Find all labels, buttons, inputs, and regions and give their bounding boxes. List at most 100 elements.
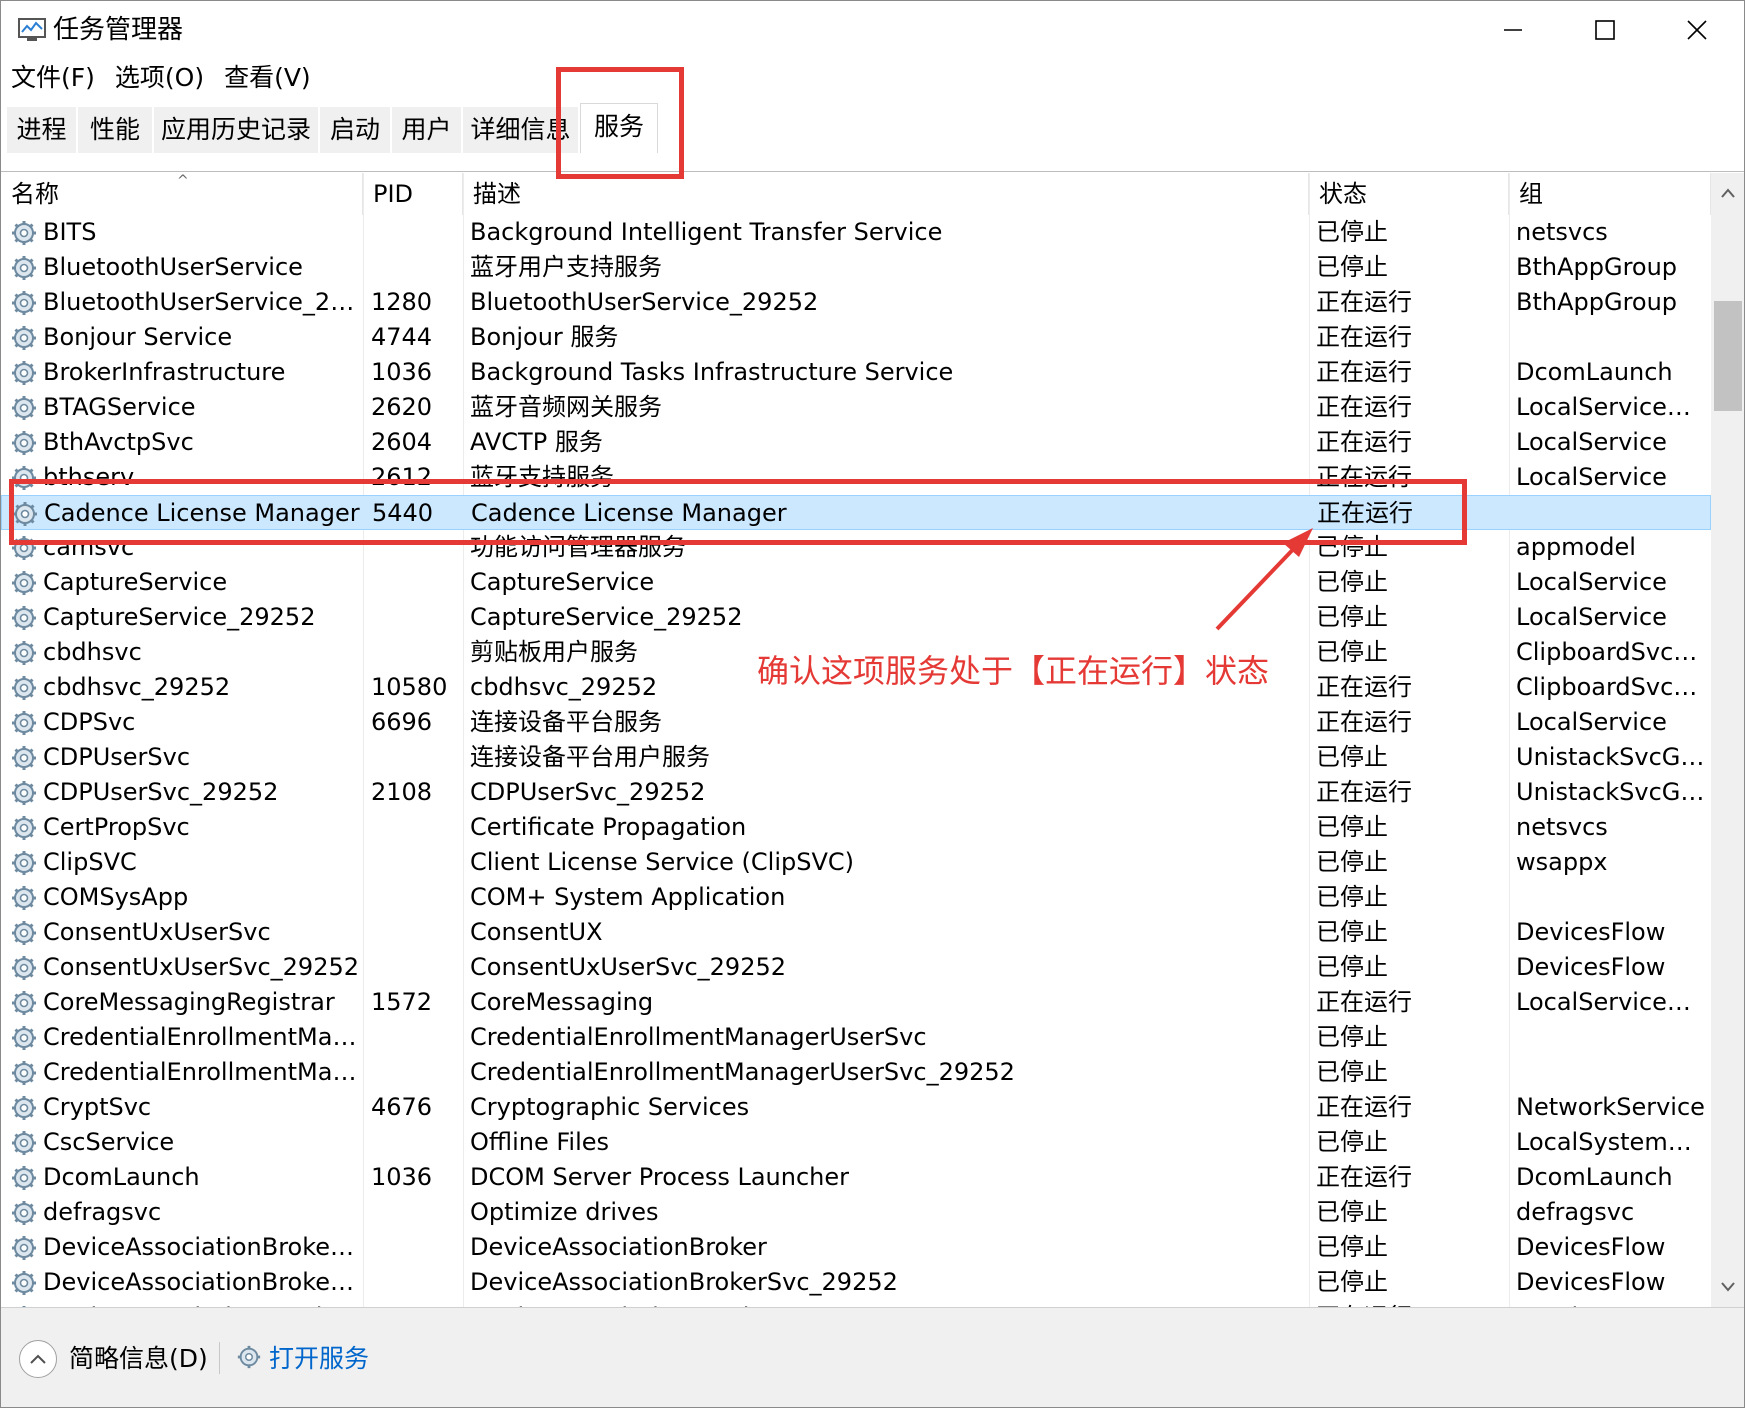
table-row[interactable]: CDPSvc 6696 连接设备平台服务 正在运行 LocalService	[1, 705, 1711, 740]
column-header-description[interactable]: 描述	[463, 173, 1309, 215]
table-row[interactable]: defragsvc Optimize drives 已停止 defragsvc	[1, 1195, 1711, 1230]
service-pid	[371, 1020, 461, 1055]
table-row[interactable]: Cadence License Manager 5440 Cadence Lic…	[1, 495, 1711, 530]
service-status: 正在运行	[1316, 778, 1412, 806]
service-name: CredentialEnrollmentMan...	[43, 1023, 361, 1051]
table-row[interactable]: CredentialEnrollmentMan... CredentialEnr…	[1, 1020, 1711, 1055]
service-description: Cryptographic Services	[470, 1093, 750, 1121]
service-description: DeviceAssociationService	[470, 1300, 1306, 1307]
table-row[interactable]: CDPUserSvc 连接设备平台用户服务 已停止 UnistackSvcGr.…	[1, 740, 1711, 775]
service-status: 正在运行	[1316, 288, 1412, 316]
tab-details[interactable]: 详细信息	[463, 107, 579, 153]
table-row[interactable]: bthserv 2612 蓝牙支持服务 正在运行 LocalService	[1, 460, 1711, 495]
table-row[interactable]: DeviceAssociationBrokerS... DeviceAssoci…	[1, 1265, 1711, 1300]
service-description: AVCTP 服务	[470, 428, 603, 456]
close-button[interactable]	[1661, 9, 1733, 51]
service-status: 已停止	[1316, 218, 1388, 246]
table-row[interactable]: ConsentUxUserSvc_29252 ConsentUxUserSvc_…	[1, 950, 1711, 985]
scroll-down-button[interactable]	[1711, 1275, 1744, 1299]
service-status: 正在运行	[1316, 988, 1412, 1016]
table-row[interactable]: CaptureService CaptureService 已停止 LocalS…	[1, 565, 1711, 600]
service-pid: 10580	[371, 673, 448, 701]
service-name: ConsentUxUserSvc_29252	[43, 953, 359, 981]
minimize-button[interactable]	[1477, 9, 1549, 51]
scroll-up-button[interactable]	[1711, 181, 1744, 205]
gear-service-icon	[12, 431, 36, 455]
table-row[interactable]: Bonjour Service 4744 Bonjour 服务 正在运行	[1, 320, 1711, 355]
service-pid	[371, 1265, 461, 1300]
table-row[interactable]: BTAGService 2620 蓝牙音频网关服务 正在运行 LocalServ…	[1, 390, 1711, 425]
table-row[interactable]: BluetoothUserService 蓝牙用户支持服务 已停止 BthApp…	[1, 250, 1711, 285]
service-description: 蓝牙音频网关服务	[470, 393, 662, 421]
table-row[interactable]: COMSysApp COM+ System Application 已停止	[1, 880, 1711, 915]
table-row[interactable]: BluetoothUserService_292... 1280 Bluetoo…	[1, 285, 1711, 320]
menu-file[interactable]: 文件(F)	[1, 61, 105, 97]
service-group: BthAppGroup	[1516, 253, 1678, 281]
table-row[interactable]: ConsentUxUserSvc ConsentUX 已停止 DevicesFl…	[1, 915, 1711, 950]
table-row[interactable]: ClipSVC Client License Service (ClipSVC)…	[1, 845, 1711, 880]
tab-app-history[interactable]: 应用历史记录	[154, 107, 319, 153]
service-description: 连接设备平台服务	[470, 708, 662, 736]
service-pid: 5440	[372, 499, 434, 527]
gear-service-icon	[12, 326, 36, 350]
table-row[interactable]: BrokerInfrastructure 1036 Background Tas…	[1, 355, 1711, 390]
service-name: bthserv	[43, 463, 135, 491]
gear-service-icon	[12, 606, 36, 630]
table-row[interactable]: CredentialEnrollmentMan... CredentialEnr…	[1, 1055, 1711, 1090]
tab-processes[interactable]: 进程	[7, 107, 77, 153]
service-status: 已停止	[1316, 1198, 1388, 1226]
table-row[interactable]: BthAvctpSvc 2604 AVCTP 服务 正在运行 LocalServ…	[1, 425, 1711, 460]
open-services-link[interactable]: 打开服务	[269, 1340, 369, 1378]
service-group: LocalService	[1516, 428, 1667, 456]
service-pid: 2612	[371, 463, 433, 491]
column-header-pid[interactable]: PID	[363, 173, 463, 215]
menu-view[interactable]: 查看(V)	[214, 61, 321, 97]
fewer-details-label[interactable]: 简略信息(D)	[69, 1340, 208, 1378]
service-description: DCOM Server Process Launcher	[470, 1163, 850, 1191]
fewer-details-button[interactable]	[19, 1340, 57, 1378]
vertical-scrollbar[interactable]	[1711, 173, 1744, 1307]
scrollbar-thumb[interactable]	[1714, 301, 1742, 411]
close-icon	[1687, 20, 1707, 40]
tab-performance[interactable]: 性能	[78, 107, 153, 153]
table-row[interactable]: CoreMessagingRegistrar 1572 CoreMessagin…	[1, 985, 1711, 1020]
tab-services[interactable]: 服务	[580, 103, 658, 153]
maximize-button[interactable]	[1569, 9, 1641, 51]
table-row[interactable]: CaptureService_29252 CaptureService_2925…	[1, 600, 1711, 635]
column-header-name[interactable]: 名称 ^	[1, 173, 363, 215]
table-row[interactable]: CryptSvc 4676 Cryptographic Services 正在运…	[1, 1090, 1711, 1125]
service-pid	[371, 915, 461, 950]
table-row[interactable]: CDPUserSvc_29252 2108 CDPUserSvc_29252 正…	[1, 775, 1711, 810]
table-row[interactable]: CertPropSvc Certificate Propagation 已停止 …	[1, 810, 1711, 845]
table-row[interactable]: DeviceAssociationService 3676 DeviceAsso…	[1, 1300, 1711, 1307]
window-title: 任务管理器	[53, 15, 184, 45]
gear-service-icon	[12, 781, 36, 805]
service-pid	[371, 810, 461, 845]
gear-service-icon	[12, 746, 36, 770]
chevron-up-icon	[30, 1354, 46, 1364]
service-status: 已停止	[1316, 743, 1388, 771]
column-header-status[interactable]: 状态	[1309, 173, 1509, 215]
service-name: BthAvctpSvc	[43, 428, 194, 456]
service-pid	[371, 1125, 461, 1160]
tab-startup[interactable]: 启动	[320, 107, 391, 153]
service-group: DevicesFlow	[1516, 918, 1666, 946]
service-description: 连接设备平台用户服务	[470, 743, 710, 771]
table-row[interactable]: camsvc 功能访问管理器服务 已停止 appmodel	[1, 530, 1711, 565]
table-row[interactable]: BITS Background Intelligent Transfer Ser…	[1, 215, 1711, 250]
menu-options[interactable]: 选项(O)	[105, 61, 214, 97]
table-header: 名称 ^ PID 描述 状态 组	[1, 173, 1711, 215]
service-name: CDPUserSvc	[43, 743, 191, 771]
service-description: CredentialEnrollmentManagerUserSvc	[470, 1023, 927, 1051]
table-row[interactable]: DcomLaunch 1036 DCOM Server Process Laun…	[1, 1160, 1711, 1195]
column-header-group[interactable]: 组	[1509, 173, 1711, 215]
table-row[interactable]: CscService Offline Files 已停止 LocalSystem…	[1, 1125, 1711, 1160]
gear-service-icon	[12, 1166, 36, 1190]
service-description: COM+ System Application	[470, 883, 786, 911]
table-row[interactable]: DeviceAssociationBrokerS... DeviceAssoci…	[1, 1230, 1711, 1265]
gear-service-icon	[12, 466, 36, 490]
service-status: 已停止	[1316, 533, 1388, 561]
service-description: CaptureService_29252	[470, 603, 743, 631]
footer-divider	[219, 1342, 220, 1374]
tab-users[interactable]: 用户	[392, 107, 462, 153]
